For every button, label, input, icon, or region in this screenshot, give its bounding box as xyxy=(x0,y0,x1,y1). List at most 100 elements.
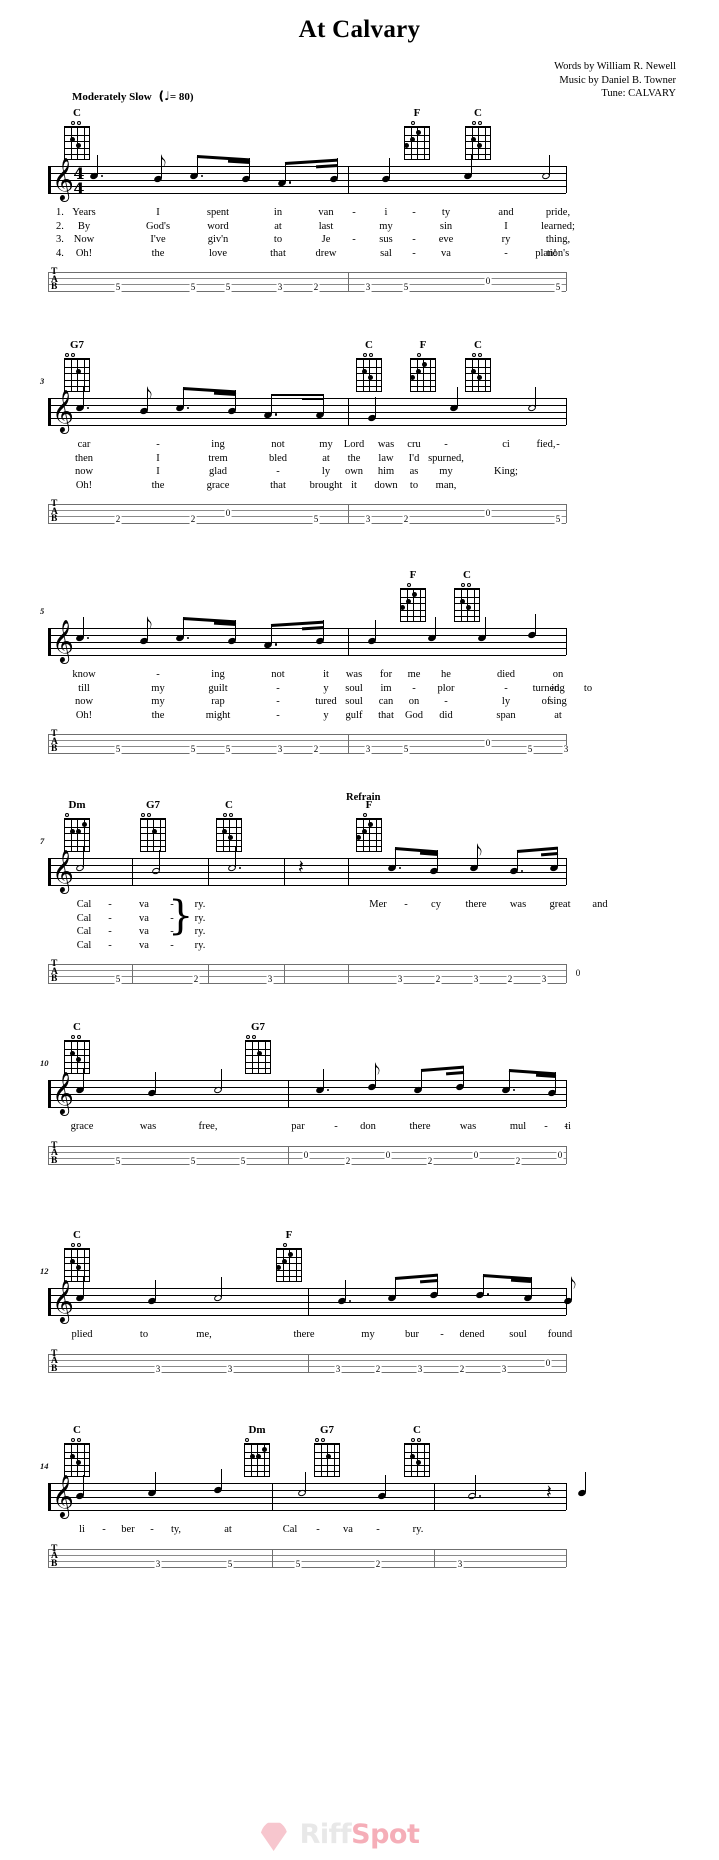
tab-fret-number: 2 xyxy=(374,1558,382,1569)
barline xyxy=(566,1080,567,1108)
note-stem xyxy=(395,847,397,867)
lyric-syllable: - xyxy=(276,696,280,707)
music-staff: 𝄞 4 4𝅮 xyxy=(48,153,567,197)
music-staff: 𝄞𝅮 xyxy=(48,1273,576,1319)
treble-clef-icon: 𝄞 xyxy=(52,849,74,892)
lyric-syllable: died xyxy=(496,669,516,680)
lyric-syllable: ry. xyxy=(194,926,206,937)
sheet-music-page: At Calvary Words by William R. Newell Mu… xyxy=(0,0,719,1860)
tab-fret-number: 0 xyxy=(472,1149,480,1160)
lyric-syllable: - xyxy=(404,899,408,910)
tab-fret-number: 5 xyxy=(554,282,562,292)
credit-words: Words by William R. Newell xyxy=(554,61,676,72)
tab-fret-number: 5 xyxy=(402,744,410,754)
tab-fret-number: 5 xyxy=(189,1155,197,1166)
tab-fret-number: 0 xyxy=(484,738,492,748)
tab-fret-number: 5 xyxy=(114,1155,122,1166)
lyric-syllable: va xyxy=(441,247,451,259)
chord-name: Dm xyxy=(248,1424,266,1436)
fretboard-grid xyxy=(356,358,382,392)
tab-fret-number: 5 xyxy=(224,744,232,754)
lyric-syllable: - xyxy=(412,682,416,694)
lyric-syllable: the xyxy=(151,479,165,491)
lyric-syllable: my xyxy=(379,220,393,232)
chord-name: G7 xyxy=(250,1021,266,1033)
chord-diagram: C xyxy=(461,108,495,160)
note-stem xyxy=(557,847,559,867)
lyric-syllable: - xyxy=(352,234,356,245)
lyric-syllable: I xyxy=(504,220,508,232)
finger-dot xyxy=(326,1453,331,1459)
tab-fret-number: 3 xyxy=(226,1363,234,1374)
note-stem xyxy=(97,155,99,175)
fretboard-grid xyxy=(64,1248,90,1282)
beam xyxy=(213,391,236,396)
finger-dot xyxy=(152,828,157,834)
chord-name: C xyxy=(73,1021,81,1033)
lyric-syllable: Cal xyxy=(76,899,92,910)
lyric-syllable: - xyxy=(156,669,160,680)
tab-barline xyxy=(566,1145,567,1165)
lyric-syllable: Now xyxy=(73,234,95,245)
tab-fret-number: 5 xyxy=(526,744,534,754)
lyric-syllable: bur xyxy=(405,1329,419,1340)
lyric-syllable: don xyxy=(360,1121,376,1132)
lyric-syllable: turned xyxy=(532,682,560,694)
lyric-syllable: ty xyxy=(441,207,451,218)
music-system: 14 C Dm G7 C 𝄞 𝄽 li - ber - ty, at Cal - va - ry. T A B 3 5 5 2 3 xyxy=(0,1425,719,1625)
rest: 𝄽 xyxy=(546,1481,552,1503)
beam xyxy=(419,1279,438,1284)
chord-diagram: C xyxy=(212,800,246,852)
lyric-syllable: Cal xyxy=(76,912,92,924)
lyric-syllable: drew xyxy=(315,247,337,259)
lyric-syllable: sus xyxy=(379,234,393,245)
tab-fret-number: 0 xyxy=(484,508,492,518)
lyric-syllable: span xyxy=(496,709,516,721)
lyric-syllable: - xyxy=(108,899,112,910)
lyric-syllable: sin xyxy=(439,220,453,232)
lyric-syllable: that xyxy=(270,479,286,491)
note-stem xyxy=(345,1280,347,1301)
note-stem xyxy=(271,623,273,644)
barline xyxy=(48,1080,51,1108)
lyric-syllable: Cal xyxy=(76,926,92,937)
tab-fret-number: 0 xyxy=(224,508,232,518)
lyric-syllable: was xyxy=(459,1121,477,1132)
music-staff: 𝄞𝅮 xyxy=(48,613,567,659)
barline xyxy=(48,1483,51,1511)
lyric-syllable: - xyxy=(564,1121,568,1132)
note-stem xyxy=(549,155,551,175)
tab-fret-number: 3 xyxy=(396,974,404,984)
lyric-syllable: was xyxy=(139,1121,157,1132)
treble-clef-icon: 𝄞 xyxy=(52,157,74,200)
augmentation-dot xyxy=(201,174,204,177)
lyric-syllable: li xyxy=(79,1524,85,1535)
lyric-syllable: - xyxy=(102,1524,106,1535)
tab-barline xyxy=(48,504,49,523)
tablature-staff: TAB 5 5 5 0 2 0 2 0 2 0 xyxy=(48,1141,567,1166)
note-stem xyxy=(221,1069,223,1089)
finger-dot xyxy=(415,368,421,374)
barline xyxy=(48,858,51,886)
lyric-syllable: own xyxy=(344,466,364,477)
note-stem xyxy=(585,1472,587,1492)
lyric-syllable: might xyxy=(205,709,231,721)
lyric-syllable: me, xyxy=(196,1329,212,1340)
beam xyxy=(419,851,438,856)
tab-fret-number: 0 xyxy=(484,276,492,286)
lyric-syllable: By xyxy=(77,220,91,232)
tab-barline xyxy=(288,1145,289,1165)
fretboard-grid xyxy=(465,358,491,392)
page-title: At Calvary xyxy=(298,16,421,43)
credit-tune: Tune: CALVARY xyxy=(601,88,676,99)
chord-diagram: C xyxy=(60,108,94,160)
chord-name: F xyxy=(365,799,373,811)
lyric-syllable: my xyxy=(151,682,165,694)
lyric-line: Oh! the grace that brought it down to man, xyxy=(48,479,566,493)
barline xyxy=(348,858,349,886)
finger-dot xyxy=(69,1050,75,1056)
tab-fret-number: 2 xyxy=(458,1363,466,1374)
lyric-syllable: cru xyxy=(407,439,421,450)
lyric-syllable: can xyxy=(378,696,394,707)
lyric-syllable: on xyxy=(552,669,564,680)
